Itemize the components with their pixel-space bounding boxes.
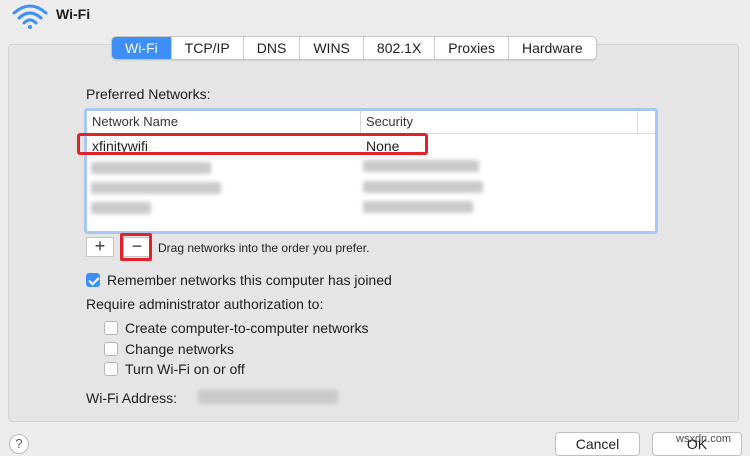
change-networks-label: Change networks: [125, 341, 234, 357]
cancel-button[interactable]: Cancel: [555, 432, 640, 456]
tab-proxies[interactable]: Proxies: [435, 37, 509, 59]
row-highlight-annotation: [77, 133, 428, 155]
tab-dns[interactable]: DNS: [244, 37, 301, 59]
window-title: Wi-Fi: [56, 6, 91, 22]
table-row-obscured[interactable]: [87, 198, 655, 218]
tab-hardware[interactable]: Hardware: [509, 37, 596, 59]
drag-hint-text: Drag networks into the order you prefer.: [158, 241, 370, 255]
watermark-text: wsxdn.com: [676, 433, 732, 445]
help-button[interactable]: ?: [9, 434, 29, 454]
blurred-security: [363, 160, 479, 172]
blurred-network-name: [91, 182, 221, 194]
tab-wifi[interactable]: Wi-Fi: [112, 37, 172, 59]
turn-wifi-label: Turn Wi-Fi on or off: [125, 361, 245, 377]
column-security[interactable]: Security: [366, 114, 413, 129]
tab-8021x[interactable]: 802.1X: [364, 37, 436, 59]
table-row-obscured[interactable]: [87, 158, 655, 178]
table-header: Network Name Security: [87, 111, 655, 134]
tab-bar: Wi-Fi TCP/IP DNS WINS 802.1X Proxies Har…: [111, 36, 597, 60]
blurred-security: [363, 181, 483, 193]
blurred-network-name: [91, 162, 211, 174]
change-networks-checkbox[interactable]: [104, 342, 118, 356]
add-network-button[interactable]: +: [86, 237, 114, 257]
blurred-wifi-address: [198, 390, 338, 404]
blurred-security: [363, 201, 473, 213]
column-divider: [637, 111, 638, 133]
column-divider: [360, 111, 361, 133]
change-networks-option[interactable]: Change networks: [104, 341, 234, 357]
wifi-icon: [12, 4, 48, 29]
column-network-name[interactable]: Network Name: [92, 114, 178, 129]
create-networks-label: Create computer-to-computer networks: [125, 320, 369, 336]
create-networks-checkbox[interactable]: [104, 321, 118, 335]
turn-wifi-option[interactable]: Turn Wi-Fi on or off: [104, 361, 245, 377]
require-admin-label: Require administrator authorization to:: [86, 296, 324, 312]
tab-wins[interactable]: WINS: [300, 37, 364, 59]
checkmark-icon[interactable]: [86, 273, 100, 287]
remember-networks-option[interactable]: Remember networks this computer has join…: [86, 272, 392, 288]
table-row-obscured[interactable]: [87, 178, 655, 198]
tab-tcpip[interactable]: TCP/IP: [172, 37, 244, 59]
wifi-address-label: Wi-Fi Address:: [86, 390, 178, 406]
preferred-networks-label: Preferred Networks:: [86, 86, 211, 102]
preferred-networks-table[interactable]: Network Name Security xfinitywifi None: [84, 108, 658, 234]
remove-highlight-annotation: [120, 233, 152, 261]
create-networks-option[interactable]: Create computer-to-computer networks: [104, 320, 369, 336]
remember-networks-label: Remember networks this computer has join…: [107, 272, 392, 288]
blurred-network-name: [91, 202, 151, 214]
turn-wifi-checkbox[interactable]: [104, 362, 118, 376]
title-bar: Wi-Fi: [0, 0, 750, 32]
